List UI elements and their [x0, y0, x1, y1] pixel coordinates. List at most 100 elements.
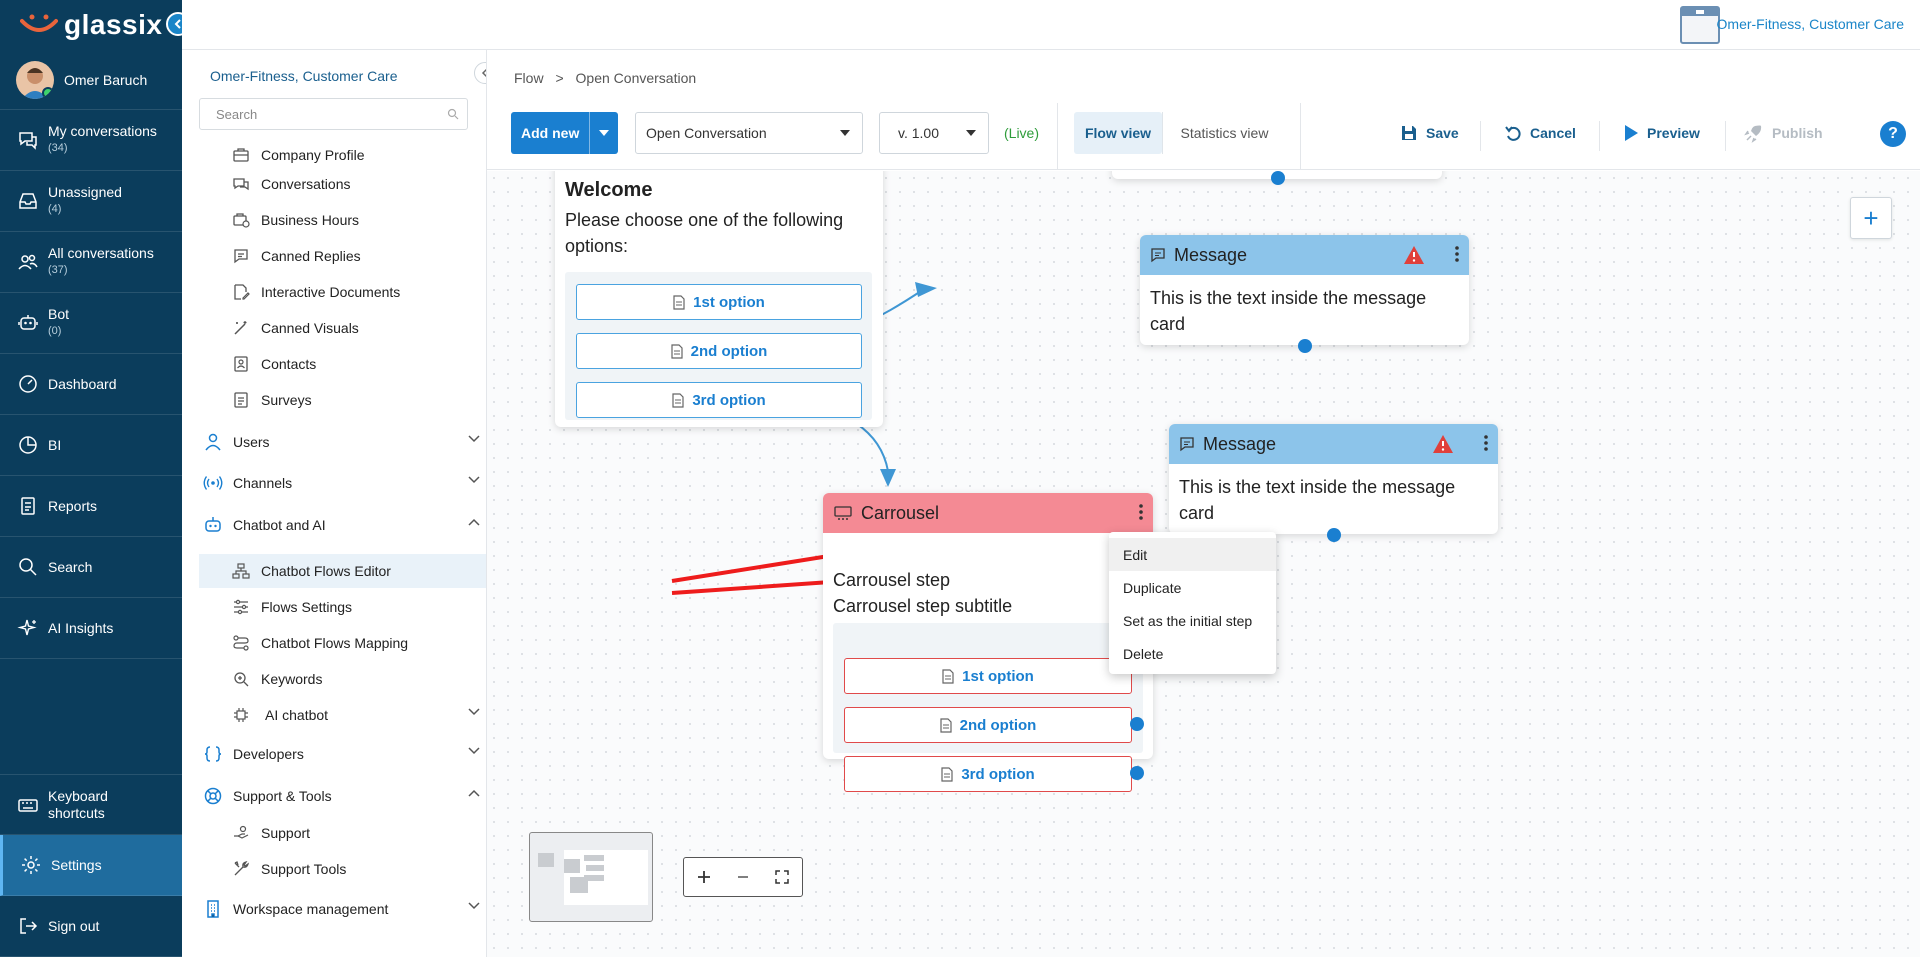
option-output-port[interactable] [1130, 717, 1144, 731]
settings-item-support[interactable]: Support [199, 816, 486, 850]
flow-canvas[interactable]: Welcome Please choose one of the followi… [487, 171, 1920, 957]
fit-screen-icon[interactable] [775, 870, 790, 884]
workspace-name[interactable]: Omer-Fitness, Customer Care [1717, 16, 1904, 32]
zoom-in-icon [231, 669, 251, 689]
message-icon [1179, 436, 1195, 452]
kebab-menu-icon[interactable] [1455, 246, 1459, 262]
settings-search-input[interactable]: Search [199, 98, 468, 130]
gear-icon [19, 853, 43, 877]
nav-my-conversations[interactable]: My conversations (34) [0, 110, 182, 171]
nav-label: All conversations [48, 245, 154, 261]
version-select[interactable]: v. 1.00 [879, 112, 989, 154]
message-icon [231, 246, 251, 266]
nav-unassigned[interactable]: Unassigned (4) [0, 171, 182, 232]
settings-section-channels[interactable]: Channels [199, 466, 486, 500]
flow-view-tab[interactable]: Flow view [1074, 112, 1162, 154]
chevron-down-icon [468, 708, 480, 716]
warning-icon[interactable] [1403, 245, 1425, 265]
zoom-in-icon[interactable] [697, 870, 711, 884]
kebab-menu-icon[interactable] [1139, 504, 1143, 520]
message-card-text: This is the text inside the message card [1150, 288, 1427, 334]
card-output-port[interactable] [1327, 528, 1341, 542]
card-output-port[interactable] [1298, 339, 1312, 353]
option-label: 1st option [693, 293, 765, 311]
menu-item-duplicate[interactable]: Duplicate [1109, 571, 1276, 604]
carousel-option-button[interactable]: 3rd option [844, 756, 1132, 792]
nav-ai-insights[interactable]: AI Insights [0, 598, 182, 659]
settings-item-support-tools[interactable]: Support Tools [199, 852, 486, 886]
settings-item-chatbot-flows-mapping[interactable]: Chatbot Flows Mapping [199, 626, 486, 660]
warning-icon[interactable] [1432, 434, 1454, 454]
workspace-logo[interactable] [1680, 6, 1720, 44]
breadcrumb-root[interactable]: Flow [514, 70, 544, 86]
settings-item-flows-settings[interactable]: Flows Settings [199, 590, 486, 624]
add-step-button[interactable]: + [1850, 197, 1892, 239]
document-icon [942, 668, 954, 684]
minimap[interactable] [529, 832, 653, 922]
settings-item-keywords[interactable]: Keywords [199, 662, 486, 696]
braces-icon [203, 744, 223, 764]
chevron-down-icon [468, 747, 480, 755]
nav-bi[interactable]: BI [0, 415, 182, 476]
option-output-port[interactable] [1130, 766, 1144, 780]
breadcrumb: Flow > Open Conversation [514, 70, 696, 86]
settings-item-surveys[interactable]: Surveys [199, 383, 486, 417]
chat-icon [16, 128, 40, 152]
settings-item-conversations[interactable]: Conversations [199, 167, 486, 201]
zoom-out-icon[interactable] [736, 870, 750, 884]
help-button[interactable]: ? [1880, 121, 1906, 147]
nav-label: Reports [48, 497, 98, 514]
carousel-option-button[interactable]: 2nd option [844, 707, 1132, 743]
preview-label: Preview [1647, 125, 1700, 141]
welcome-option-button[interactable]: 3rd option [576, 382, 862, 418]
nav-sign-out[interactable]: Sign out [0, 896, 182, 957]
version-select-value: v. 1.00 [898, 125, 939, 141]
settings-item-canned-replies[interactable]: Canned Replies [199, 239, 486, 273]
settings-section-label: Support & Tools [233, 788, 332, 804]
publish-button[interactable]: Publish [1744, 112, 1823, 154]
settings-item-contacts[interactable]: Contacts [199, 347, 486, 381]
menu-item-set-initial[interactable]: Set as the initial step [1109, 604, 1276, 637]
carousel-card-header: Carrousel [823, 493, 1153, 533]
settings-item-chatbot-flows-editor[interactable]: Chatbot Flows Editor [199, 554, 486, 588]
nav-settings[interactable]: Settings [0, 835, 182, 896]
nav-label: BI [48, 436, 62, 453]
settings-item-business-hours[interactable]: Business Hours [199, 203, 486, 237]
user-profile[interactable]: Omer Baruch [0, 50, 182, 110]
nav-count: (34) [48, 142, 68, 154]
menu-item-delete[interactable]: Delete [1109, 637, 1276, 670]
settings-section-workspace-management[interactable]: Workspace management [199, 892, 486, 926]
welcome-option-button[interactable]: 2nd option [576, 333, 862, 369]
add-new-button[interactable]: Add new [511, 112, 618, 154]
settings-section-chatbot-ai[interactable]: Chatbot and AI [199, 508, 486, 542]
nav-label: Search [48, 558, 93, 575]
menu-item-edit[interactable]: Edit [1109, 538, 1276, 571]
settings-item-ai-chatbot[interactable]: AI chatbot [199, 698, 486, 732]
statistics-view-tab[interactable]: Statistics view [1162, 112, 1286, 154]
chevron-up-icon [468, 789, 480, 797]
nav-search[interactable]: Search [0, 537, 182, 598]
settings-item-canned-visuals[interactable]: Canned Visuals [199, 311, 486, 345]
settings-item-interactive-documents[interactable]: Interactive Documents [199, 275, 486, 309]
save-button[interactable]: Save [1400, 112, 1459, 154]
flow-select[interactable]: Open Conversation [635, 112, 863, 154]
nav-bot[interactable]: Bot (0) [0, 293, 182, 354]
cancel-button[interactable]: Cancel [1504, 112, 1576, 154]
add-new-dropdown[interactable] [589, 112, 617, 154]
welcome-option-button[interactable]: 1st option [576, 284, 862, 320]
keyboard-icon [16, 793, 40, 817]
collapse-settings-button[interactable] [474, 62, 486, 84]
nav-reports[interactable]: Reports [0, 476, 182, 537]
card-output-port[interactable] [1271, 171, 1285, 185]
nav-keyboard-shortcuts[interactable]: Keyboard shortcuts [0, 774, 182, 835]
settings-section-users[interactable]: Users [199, 425, 486, 459]
nav-dashboard[interactable]: Dashboard [0, 354, 182, 415]
preview-button[interactable]: Preview [1623, 112, 1700, 154]
settings-section-developers[interactable]: Developers [199, 737, 486, 771]
nav-all-conversations[interactable]: All conversations (37) [0, 232, 182, 293]
settings-section-support-tools[interactable]: Support & Tools [199, 779, 486, 813]
carousel-option-button[interactable]: 1st option [844, 658, 1132, 694]
kebab-menu-icon[interactable] [1484, 435, 1488, 451]
message-card[interactable]: Message This is the text inside the mess… [1169, 424, 1498, 534]
message-card[interactable]: Message This is the text inside the mess… [1140, 235, 1469, 345]
